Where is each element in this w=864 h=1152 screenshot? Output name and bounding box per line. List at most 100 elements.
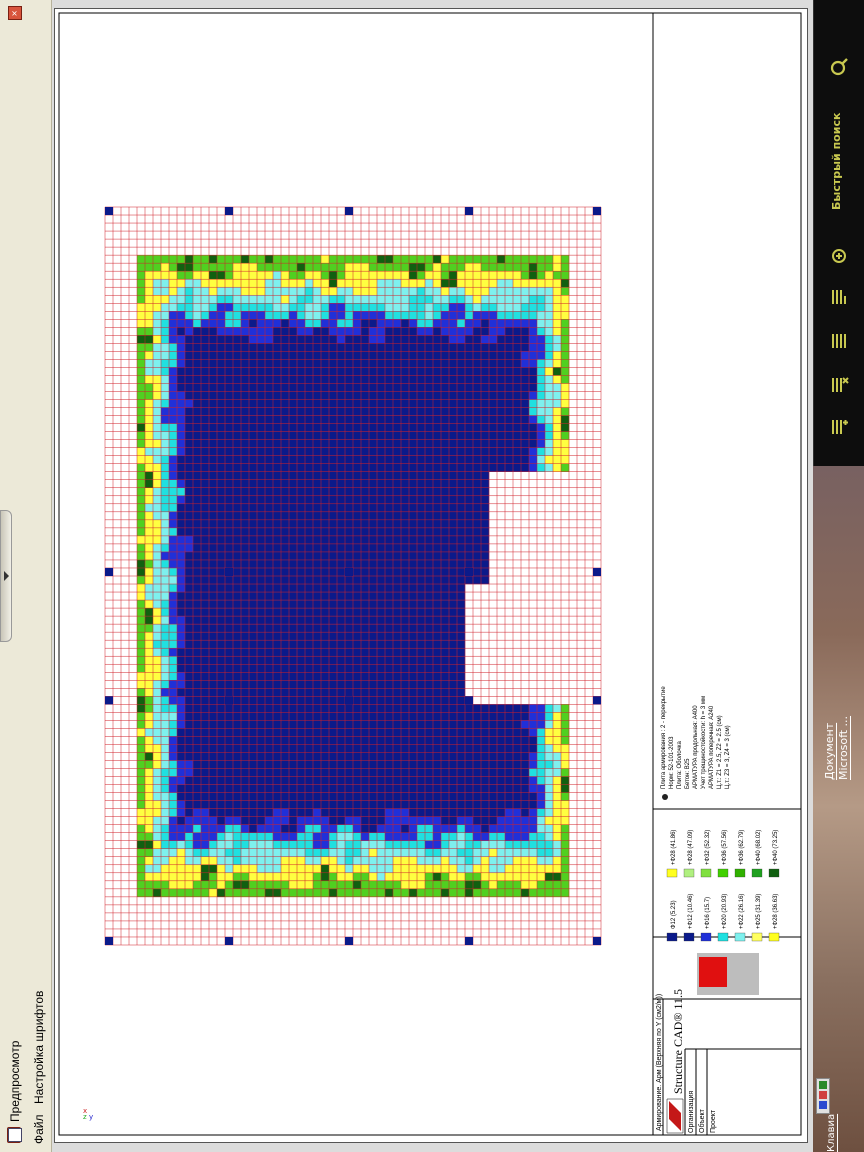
heatmap-cell [401,664,410,673]
heatmap-cell [233,279,242,288]
heatmap-cell [297,559,306,569]
heatmap-cell [553,824,562,833]
heatmap-cell [385,656,394,665]
heatmap-cell [321,471,330,480]
heatmap-cell [537,263,546,272]
heatmap-cell [321,335,330,344]
heatmap-cell [161,752,170,761]
heatmap-cell [441,696,450,705]
zoom-in-icon[interactable] [826,243,852,269]
heatmap-cell [345,551,354,561]
menu-item-file[interactable]: Файл [32,1110,46,1144]
heatmap-cell [433,712,442,721]
language-bar-icon[interactable] [816,1078,830,1114]
heatmap-cell [249,567,258,577]
heatmap-cell [545,760,554,769]
heatmap-cell [273,471,282,480]
heatmap-cell [297,439,306,448]
taskbar-language-area[interactable]: Клавиа [814,1078,862,1152]
heatmap-cell [385,551,394,561]
heatmap-cell [385,335,394,344]
heatmap-cell [233,391,242,400]
window-close-glyph[interactable]: × [8,6,22,20]
heatmap-cell [473,880,482,890]
window-checkbox[interactable] [8,1128,22,1142]
heatmap-cell [561,872,570,882]
heatmap-cell [209,511,218,521]
heatmap-cell [201,567,210,577]
heatmap-cell [505,367,514,376]
heatmap-cell [265,455,274,464]
heatmap-cell [177,712,186,721]
heatmap-cell [137,680,146,689]
heatmap-cell [289,696,298,705]
taskbar-document-button[interactable]: Документ Microsoft ... [815,700,863,780]
heatmap-cell [217,503,226,513]
search-icon[interactable] [826,54,852,80]
heatmap-cell [233,351,242,360]
list-icon[interactable] [826,328,852,354]
heatmap-cell [337,680,346,689]
heatmap-cell [161,351,170,360]
quick-search-label[interactable]: Быстрый поиск [830,100,843,210]
heatmap-cell [409,832,418,841]
heatmap-cell [505,888,514,898]
heatmap-cell [241,616,250,625]
heatmap-cell [521,752,530,761]
heatmap-cell [137,447,146,456]
heatmap-cell [521,407,530,416]
heatmap-cell [305,704,314,713]
heatmap-cell [329,415,338,424]
heatmap-cell [297,728,306,737]
heatmap-cell [361,736,370,745]
heatmap-cell [233,800,242,809]
heatmap-cell [329,431,338,440]
heatmap-cell [177,447,186,456]
heatmap-cell [505,431,514,440]
heatmap-cell [217,311,226,320]
list-add-icon[interactable] [826,414,852,440]
heatmap-cell [161,840,170,849]
heatmap-cell [529,375,538,384]
heatmap-cell [257,704,266,713]
heatmap-cell [553,808,562,817]
heatmap-cell [377,736,386,745]
heatmap-cell [425,704,434,713]
list-remove-icon[interactable] [826,372,852,398]
heatmap-cell [441,391,450,400]
heatmap-cell [201,760,210,769]
heatmap-cell [153,736,162,745]
heatmap-cell [225,343,234,352]
heatmap-cell [201,279,210,288]
panel-expander-handle[interactable] [0,510,12,642]
heatmap-cell [513,375,522,384]
heatmap-cell [377,263,386,272]
heatmap-cell [553,351,562,360]
heatmap-cell [361,648,370,657]
heatmap-cell [361,543,370,553]
heatmap-cell [265,664,274,673]
heatmap-cell [425,391,434,400]
column-marker [593,207,601,216]
heatmap-cell [193,608,202,617]
heatmap-cell [473,768,482,777]
heatmap-cell [177,640,186,649]
heatmap-cell [441,648,450,657]
heatmap-cell [273,255,282,264]
heatmap-cell [521,832,530,841]
heatmap-cell [137,351,146,360]
menu-item-font-settings[interactable]: Настройка шрифтов [32,984,46,1104]
heatmap-cell [217,535,226,545]
heatmap-cell [185,656,194,665]
list-icon[interactable] [826,284,852,310]
heatmap-cell [545,864,554,873]
heatmap-cell [393,351,402,360]
heatmap-cell [473,864,482,873]
heatmap-cell [217,303,226,312]
heatmap-cell [145,407,154,416]
heatmap-cell [169,824,178,833]
heatmap-cell [249,784,258,793]
heatmap-cell [281,736,290,745]
heatmap-cell [201,543,210,553]
heatmap-cell [137,295,146,304]
